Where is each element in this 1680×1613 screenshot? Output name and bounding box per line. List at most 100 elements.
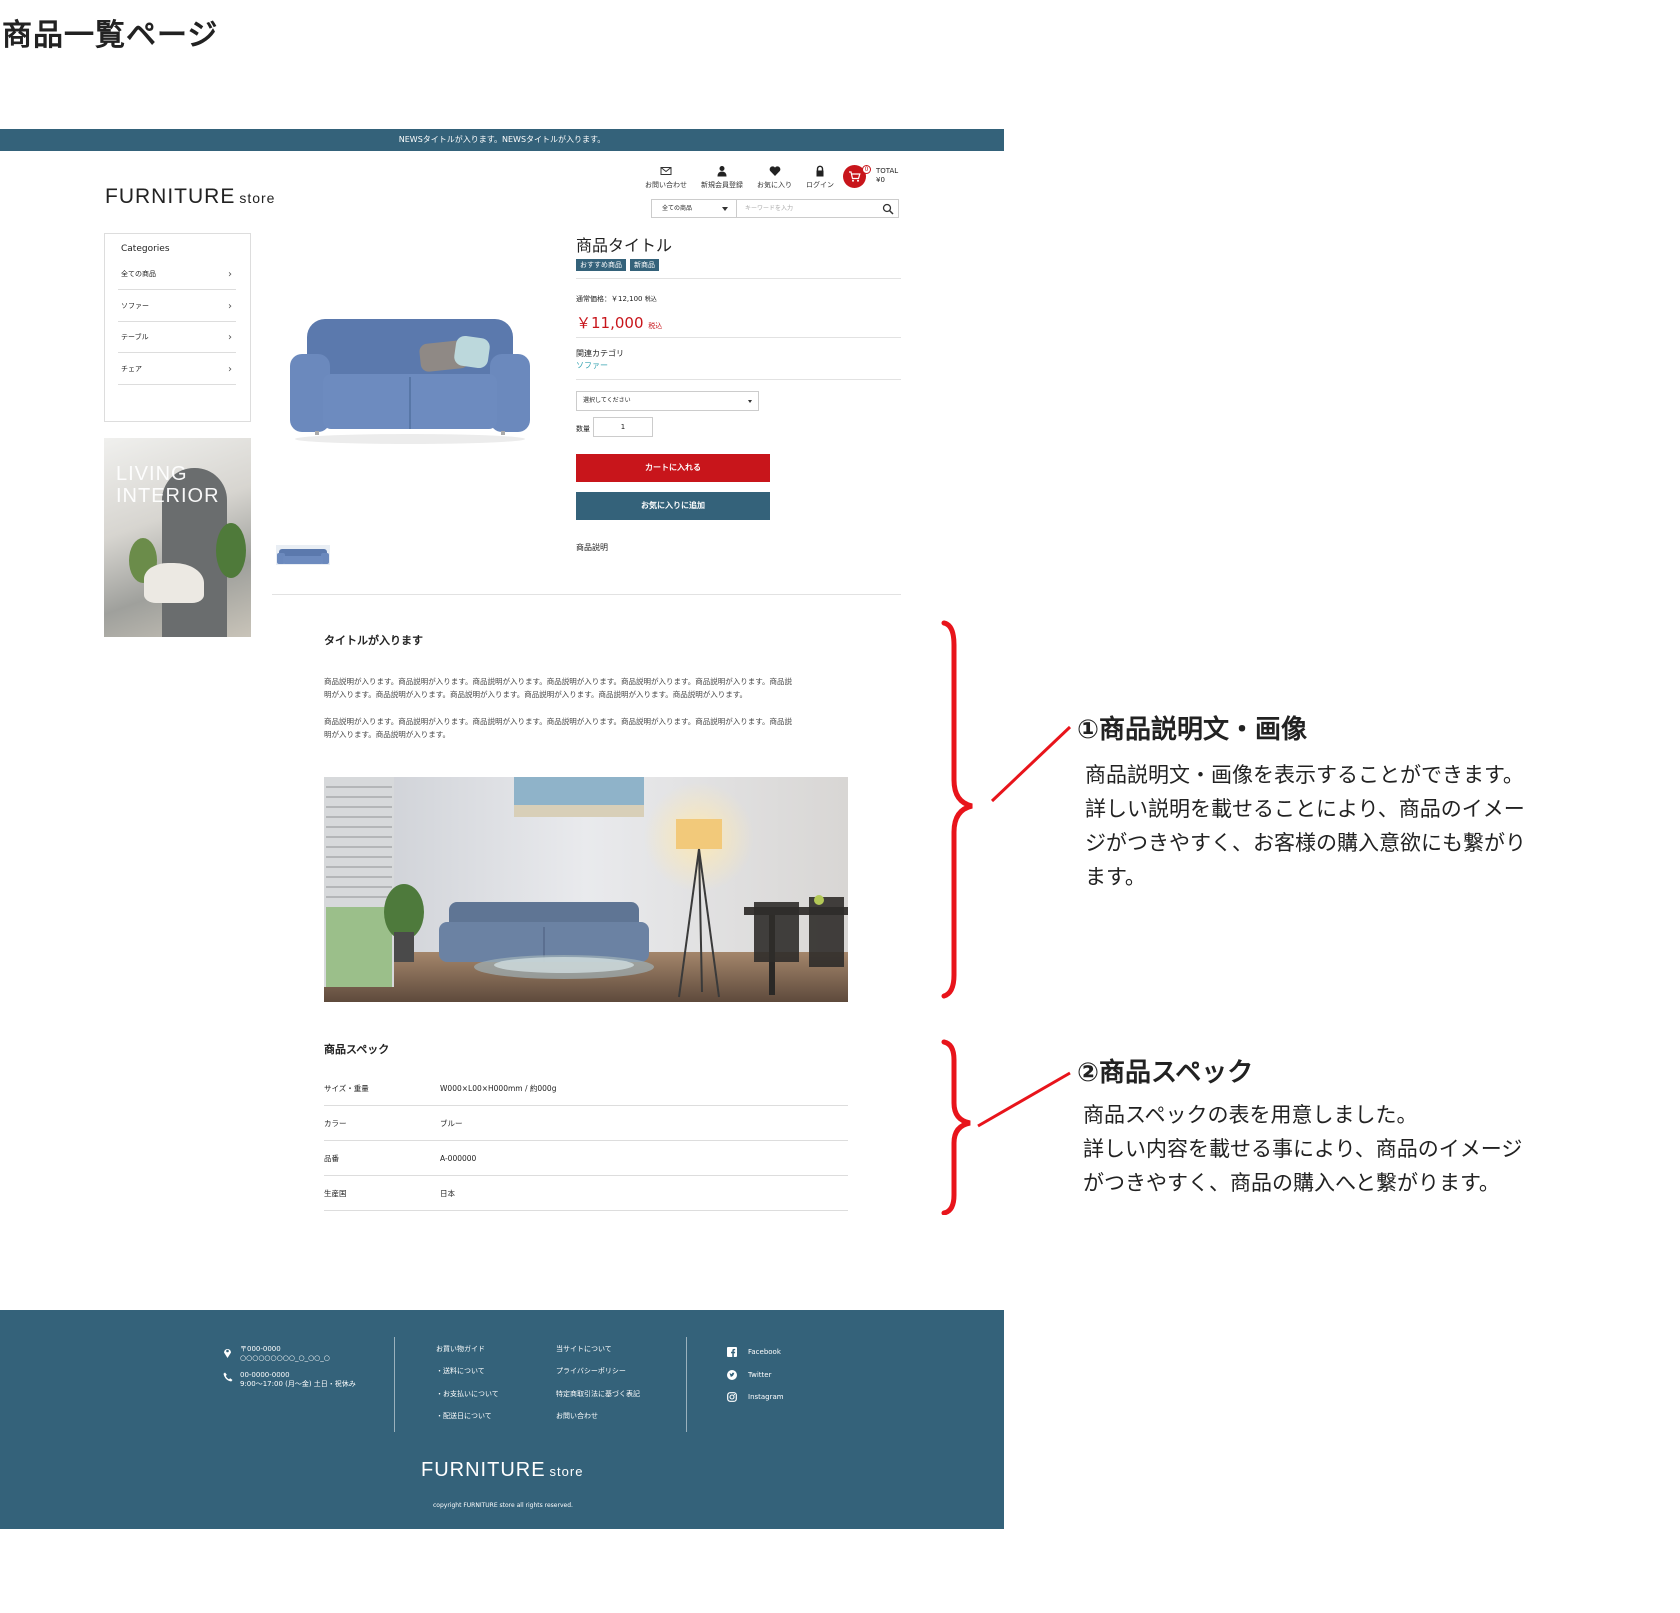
footer-link[interactable]: ・配送日について — [436, 1412, 492, 1421]
site-logo[interactable]: FURNITURE store — [105, 185, 275, 209]
logo-sub: store — [239, 190, 276, 206]
product-main-image[interactable] — [285, 289, 535, 449]
instagram-icon[interactable] — [727, 1392, 737, 1402]
nav-favorites-label: お気に入り — [757, 181, 792, 189]
site-mockup: NEWSタイトルが入ります。NEWSタイトルが入ります。 FURNITURE st… — [0, 129, 1004, 1529]
related-category-link[interactable]: ソファー — [576, 360, 608, 371]
section-divider — [272, 594, 901, 595]
footer-address: 〒000-0000 ○○○○○○○○○_○_○○_○ — [240, 1345, 330, 1363]
footer-phone[interactable]: 00-0000-0000 — [240, 1371, 356, 1380]
annotation-1-body: 商品説明文・画像を表示することができます。 詳しい説明を載せることにより、商品の… — [1085, 758, 1526, 894]
related-category-label: 関連カテゴリ — [576, 349, 624, 358]
search-input[interactable]: キーワードを入力 — [737, 200, 878, 217]
cart-total-label: TOTAL — [876, 167, 899, 175]
footer-logo[interactable]: FURNITURE store — [421, 1459, 583, 1482]
footer-logo-sub: store — [549, 1464, 584, 1479]
footer-link[interactable]: お問い合わせ — [556, 1412, 598, 1421]
banner-line1: LIVING — [116, 463, 188, 485]
nav-contact[interactable]: お問い合わせ — [645, 165, 687, 190]
footer-link[interactable]: プライバシーポリシー — [556, 1367, 626, 1376]
regular-price-value: 通常価格：￥12,100 — [576, 295, 643, 303]
description-line: 商品説明が入ります。商品説明が入ります。商品説明が入ります。商品説明が入ります。… — [324, 717, 792, 726]
spec-key: カラー — [324, 1118, 347, 1128]
annotation-line: がつきやすく、商品の購入へと繋がります。 — [1083, 1171, 1500, 1195]
annotation-line: 商品説明文・画像を表示することができます。 — [1085, 763, 1524, 787]
page-heading: 商品一覧ページ — [2, 18, 219, 53]
search-button[interactable] — [878, 200, 898, 217]
spec-value: A-000000 — [440, 1153, 477, 1163]
footer-address-line: ○○○○○○○○○_○_○○_○ — [240, 1354, 330, 1362]
annotation-connector-1 — [990, 725, 1072, 803]
facebook-icon[interactable] — [727, 1347, 737, 1357]
nav-login[interactable]: ログイン — [806, 165, 834, 190]
quantity-input[interactable]: 1 — [593, 417, 653, 437]
divider — [576, 379, 901, 380]
twitter-link[interactable]: Twitter — [748, 1371, 771, 1380]
search-category-select[interactable]: 全ての商品 — [652, 200, 737, 217]
location-pin-icon — [224, 1349, 231, 1358]
footer-contact: 00-0000-0000 9:00～17:00 (月～金) 土日・祝休み — [240, 1371, 356, 1389]
facebook-link[interactable]: Facebook — [748, 1348, 781, 1357]
spec-key: 品番 — [324, 1153, 339, 1163]
nav-register[interactable]: 新規会員登録 — [701, 165, 743, 190]
footer-copyright: copyright FURNITURE store all rights res… — [433, 1502, 573, 1509]
living-interior-banner[interactable]: LIVING INTERIOR — [104, 438, 251, 637]
footer-link[interactable]: ・送料について — [436, 1367, 485, 1376]
description-room-image — [324, 777, 848, 1002]
annotation-line: 詳しい説明を載せることにより、商品のイメー — [1085, 797, 1525, 821]
footer-divider — [686, 1337, 687, 1432]
footer-link[interactable]: お買い物ガイド — [436, 1345, 485, 1354]
annotation-brace-2 — [941, 1039, 971, 1215]
description-line: 明が入ります。商品説明が入ります。 — [324, 730, 450, 739]
footer-divider — [394, 1337, 395, 1432]
annotation-graphics — [941, 620, 1072, 1215]
annotation-line: 詳しい内容を載せる事により、商品のイメージ — [1083, 1137, 1523, 1161]
spec-key: 生産国 — [324, 1188, 347, 1198]
annotation-1-title: ①商品説明文・画像 — [1077, 715, 1308, 745]
footer-postal: 〒000-0000 — [240, 1345, 281, 1353]
banner-chair-shape — [144, 563, 204, 603]
annotation-2-body: 商品スペックの表を用意しました。 詳しい内容を載せる事により、商品のイメージ が… — [1083, 1098, 1522, 1200]
twitter-icon[interactable] — [727, 1370, 737, 1380]
category-item-sofa[interactable]: ソファー — [118, 291, 236, 322]
product-description-label: 商品説明 — [576, 543, 608, 552]
regular-price-tax: 税込 — [644, 296, 657, 303]
description-line: 商品説明が入ります。商品説明が入ります。商品説明が入ります。商品説明が入ります。… — [324, 677, 792, 686]
cart-icon — [849, 171, 861, 182]
annotation-line: ます。 — [1085, 865, 1146, 889]
footer-link[interactable]: 特定商取引法に基づく表記 — [556, 1390, 640, 1399]
quantity-label: 数量 — [576, 425, 590, 433]
spec-key: サイズ・重量 — [324, 1083, 369, 1093]
footer-link[interactable]: ・お支払いについて — [436, 1390, 499, 1399]
footer-logo-main: FURNITURE — [421, 1459, 546, 1481]
footer-link[interactable]: 当サイトについて — [556, 1345, 612, 1354]
cart-total-value: ¥0 — [876, 176, 885, 184]
description-paragraph-2: 商品説明が入ります。商品説明が入ります。商品説明が入ります。商品説明が入ります。… — [324, 715, 847, 741]
instagram-link[interactable]: Instagram — [748, 1393, 784, 1402]
category-item-table[interactable]: テーブル — [118, 322, 236, 353]
lock-icon — [816, 165, 824, 177]
banner-text: LIVING INTERIOR — [116, 463, 220, 507]
spec-title: 商品スペック — [324, 1043, 390, 1056]
category-item-all[interactable]: 全ての商品 — [118, 259, 236, 290]
search-icon — [882, 203, 894, 215]
banner-plant-shape — [216, 523, 246, 578]
cart-count-badge: 0 — [862, 165, 871, 174]
product-thumbnail[interactable] — [276, 545, 330, 565]
spec-row: 品番 A-000000 — [324, 1141, 848, 1176]
add-to-cart-button[interactable]: カートに入れる — [576, 454, 770, 482]
news-bar[interactable]: NEWSタイトルが入ります。NEWSタイトルが入ります。 — [0, 129, 1004, 151]
divider — [576, 337, 901, 338]
description-title: タイトルが入ります — [324, 634, 423, 647]
category-item-chair[interactable]: チェア — [118, 354, 236, 385]
nav-favorites[interactable]: お気に入り — [757, 165, 792, 190]
sale-price-tax: 税込 — [648, 322, 663, 330]
annotation-connector-2 — [977, 1071, 1071, 1128]
spec-value: 日本 — [440, 1188, 455, 1198]
category-title: Categories — [121, 244, 170, 254]
tag-new: 新商品 — [630, 259, 659, 271]
product-title: 商品タイトル — [576, 236, 673, 255]
option-select[interactable]: 選択してください — [576, 391, 759, 411]
add-to-favorites-button[interactable]: お気に入りに追加 — [576, 492, 770, 520]
regular-price: 通常価格：￥12,100 税込 — [576, 294, 657, 304]
